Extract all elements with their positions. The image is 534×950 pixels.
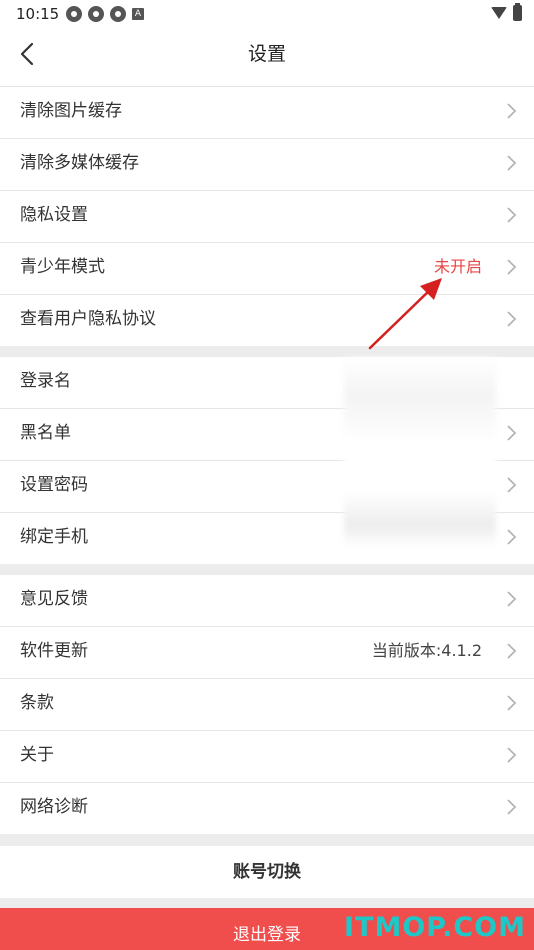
row-clear-image-cache[interactable]: 清除图片缓存 xyxy=(0,87,534,139)
row-user-privacy-agreement[interactable]: 查看用户隐私协议 xyxy=(0,295,534,346)
settings-group-cache-privacy: 清除图片缓存 清除多媒体缓存 隐私设置 青少年模式 未开启 查看用户隐私协议 xyxy=(0,87,534,346)
spin-icon xyxy=(66,6,82,22)
row-privacy-settings[interactable]: 隐私设置 xyxy=(0,191,534,243)
redacted-account-values xyxy=(344,358,496,548)
status-bar: 10:15 A xyxy=(0,0,534,28)
notification-icons: A xyxy=(66,6,144,22)
chevron-right-icon xyxy=(507,799,517,815)
chevron-right-icon xyxy=(507,311,517,327)
teen-mode-status: 未开启 xyxy=(433,257,482,276)
chevron-right-icon xyxy=(507,747,517,763)
switch-account-button[interactable]: 账号切换 xyxy=(0,846,534,898)
chevron-right-icon xyxy=(507,591,517,607)
header: 设置 xyxy=(0,28,534,87)
battery-icon xyxy=(513,3,522,21)
chevron-right-icon xyxy=(507,425,517,441)
row-label: 网络诊断 xyxy=(20,797,88,817)
wifi-icon xyxy=(491,7,507,19)
a-icon: A xyxy=(132,8,144,20)
row-label: 软件更新 xyxy=(20,641,88,661)
row-label: 清除多媒体缓存 xyxy=(20,153,139,173)
watermark-logo: ITMOP.COM xyxy=(343,912,526,943)
chevron-right-icon xyxy=(507,643,517,659)
system-icons xyxy=(491,3,522,21)
settings-group-app: 意见反馈 软件更新 当前版本:4.1.2 条款 关于 网络诊断 xyxy=(0,575,534,834)
row-about[interactable]: 关于 xyxy=(0,731,534,783)
row-label: 隐私设置 xyxy=(20,205,88,225)
row-terms[interactable]: 条款 xyxy=(0,679,534,731)
row-clear-media-cache[interactable]: 清除多媒体缓存 xyxy=(0,139,534,191)
status-time: 10:15 xyxy=(16,5,60,23)
current-version: 当前版本:4.1.2 xyxy=(371,641,482,660)
row-label: 青少年模式 xyxy=(20,257,105,277)
chevron-right-icon xyxy=(507,695,517,711)
spin-icon xyxy=(88,6,104,22)
row-label: 登录名 xyxy=(20,371,71,391)
row-label: 设置密码 xyxy=(20,475,88,495)
page-title: 设置 xyxy=(247,43,286,65)
row-label: 绑定手机 xyxy=(20,527,88,547)
row-label: 查看用户隐私协议 xyxy=(20,309,156,329)
chevron-right-icon xyxy=(507,477,517,493)
row-label: 黑名单 xyxy=(20,423,71,443)
chevron-right-icon xyxy=(507,259,517,275)
row-software-update[interactable]: 软件更新 当前版本:4.1.2 xyxy=(0,627,534,679)
row-label: 清除图片缓存 xyxy=(20,101,122,121)
chevron-right-icon xyxy=(507,529,517,545)
row-network-diagnosis[interactable]: 网络诊断 xyxy=(0,783,534,834)
row-teen-mode[interactable]: 青少年模式 未开启 xyxy=(0,243,534,295)
row-label: 意见反馈 xyxy=(20,589,88,609)
row-label: 条款 xyxy=(20,693,54,713)
spin-icon xyxy=(110,6,126,22)
chevron-right-icon xyxy=(507,207,517,223)
row-feedback[interactable]: 意见反馈 xyxy=(0,575,534,627)
row-label: 关于 xyxy=(20,745,54,765)
chevron-right-icon xyxy=(507,103,517,119)
chevron-right-icon xyxy=(507,155,517,171)
